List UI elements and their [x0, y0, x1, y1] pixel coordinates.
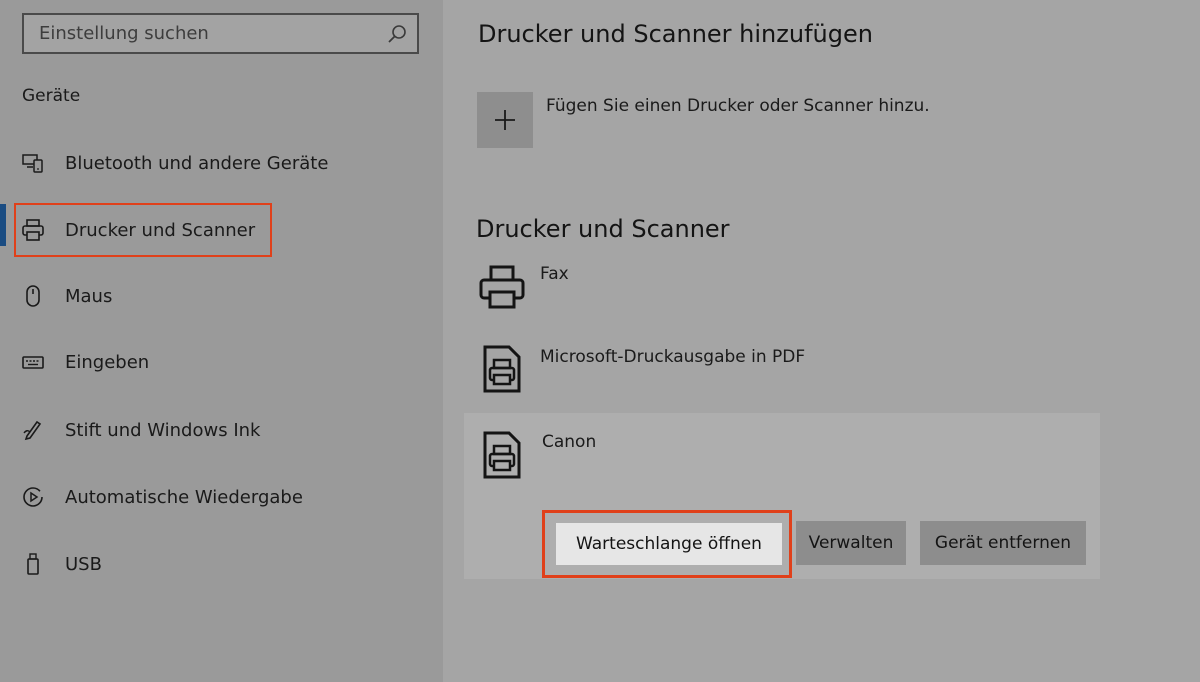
open-queue-button[interactable]: Warteschlange öffnen: [556, 523, 782, 565]
sidebar-section-title: Geräte: [22, 86, 81, 106]
sidebar-item-printers[interactable]: Drucker und Scanner: [0, 206, 443, 254]
add-section-title: Drucker und Scanner hinzufügen: [478, 20, 873, 48]
sidebar-item-label: Stift und Windows Ink: [65, 419, 261, 441]
add-printer-label[interactable]: Fügen Sie einen Drucker oder Scanner hin…: [546, 96, 930, 116]
add-printer-button[interactable]: [477, 92, 533, 148]
mouse-icon: [20, 283, 46, 309]
device-name: Microsoft-Druckausgabe in PDF: [540, 347, 806, 367]
autoplay-icon: [20, 484, 46, 510]
device-name: Fax: [540, 264, 569, 284]
sidebar: Geräte Bluetooth und andere Geräte Druck…: [0, 0, 443, 682]
search-icon[interactable]: [387, 24, 407, 44]
document-printer-icon: [483, 345, 521, 393]
sidebar-item-label: Automatische Wiedergabe: [65, 486, 303, 508]
fax-printer-icon: [479, 265, 525, 309]
printer-icon: [20, 217, 46, 243]
sidebar-item-bluetooth[interactable]: Bluetooth und andere Geräte: [0, 139, 443, 187]
usb-icon: [20, 551, 46, 577]
device-name: Canon: [542, 432, 597, 452]
sidebar-item-typing[interactable]: Eingeben: [0, 338, 443, 386]
sidebar-item-label: Eingeben: [65, 351, 150, 373]
document-printer-icon: [483, 431, 521, 479]
bluetooth-devices-icon: [20, 150, 46, 176]
sidebar-item-label: Bluetooth und andere Geräte: [65, 152, 329, 174]
manage-button[interactable]: Verwalten: [796, 521, 906, 565]
sidebar-item-label: Drucker und Scanner: [65, 219, 256, 241]
sidebar-item-autoplay[interactable]: Automatische Wiedergabe: [0, 473, 443, 521]
sidebar-item-pen[interactable]: Stift und Windows Ink: [0, 406, 443, 454]
keyboard-icon: [20, 349, 46, 375]
sidebar-item-usb[interactable]: USB: [0, 540, 443, 588]
devices-section-title: Drucker und Scanner: [476, 215, 730, 243]
sidebar-item-label: Maus: [65, 285, 113, 307]
sidebar-item-label: USB: [65, 553, 102, 575]
remove-device-button[interactable]: Gerät entfernen: [920, 521, 1086, 565]
search-box[interactable]: [22, 13, 419, 54]
search-input[interactable]: [24, 15, 379, 52]
pen-icon: [20, 417, 46, 443]
plus-icon: [495, 110, 515, 130]
sidebar-item-mouse[interactable]: Maus: [0, 272, 443, 320]
